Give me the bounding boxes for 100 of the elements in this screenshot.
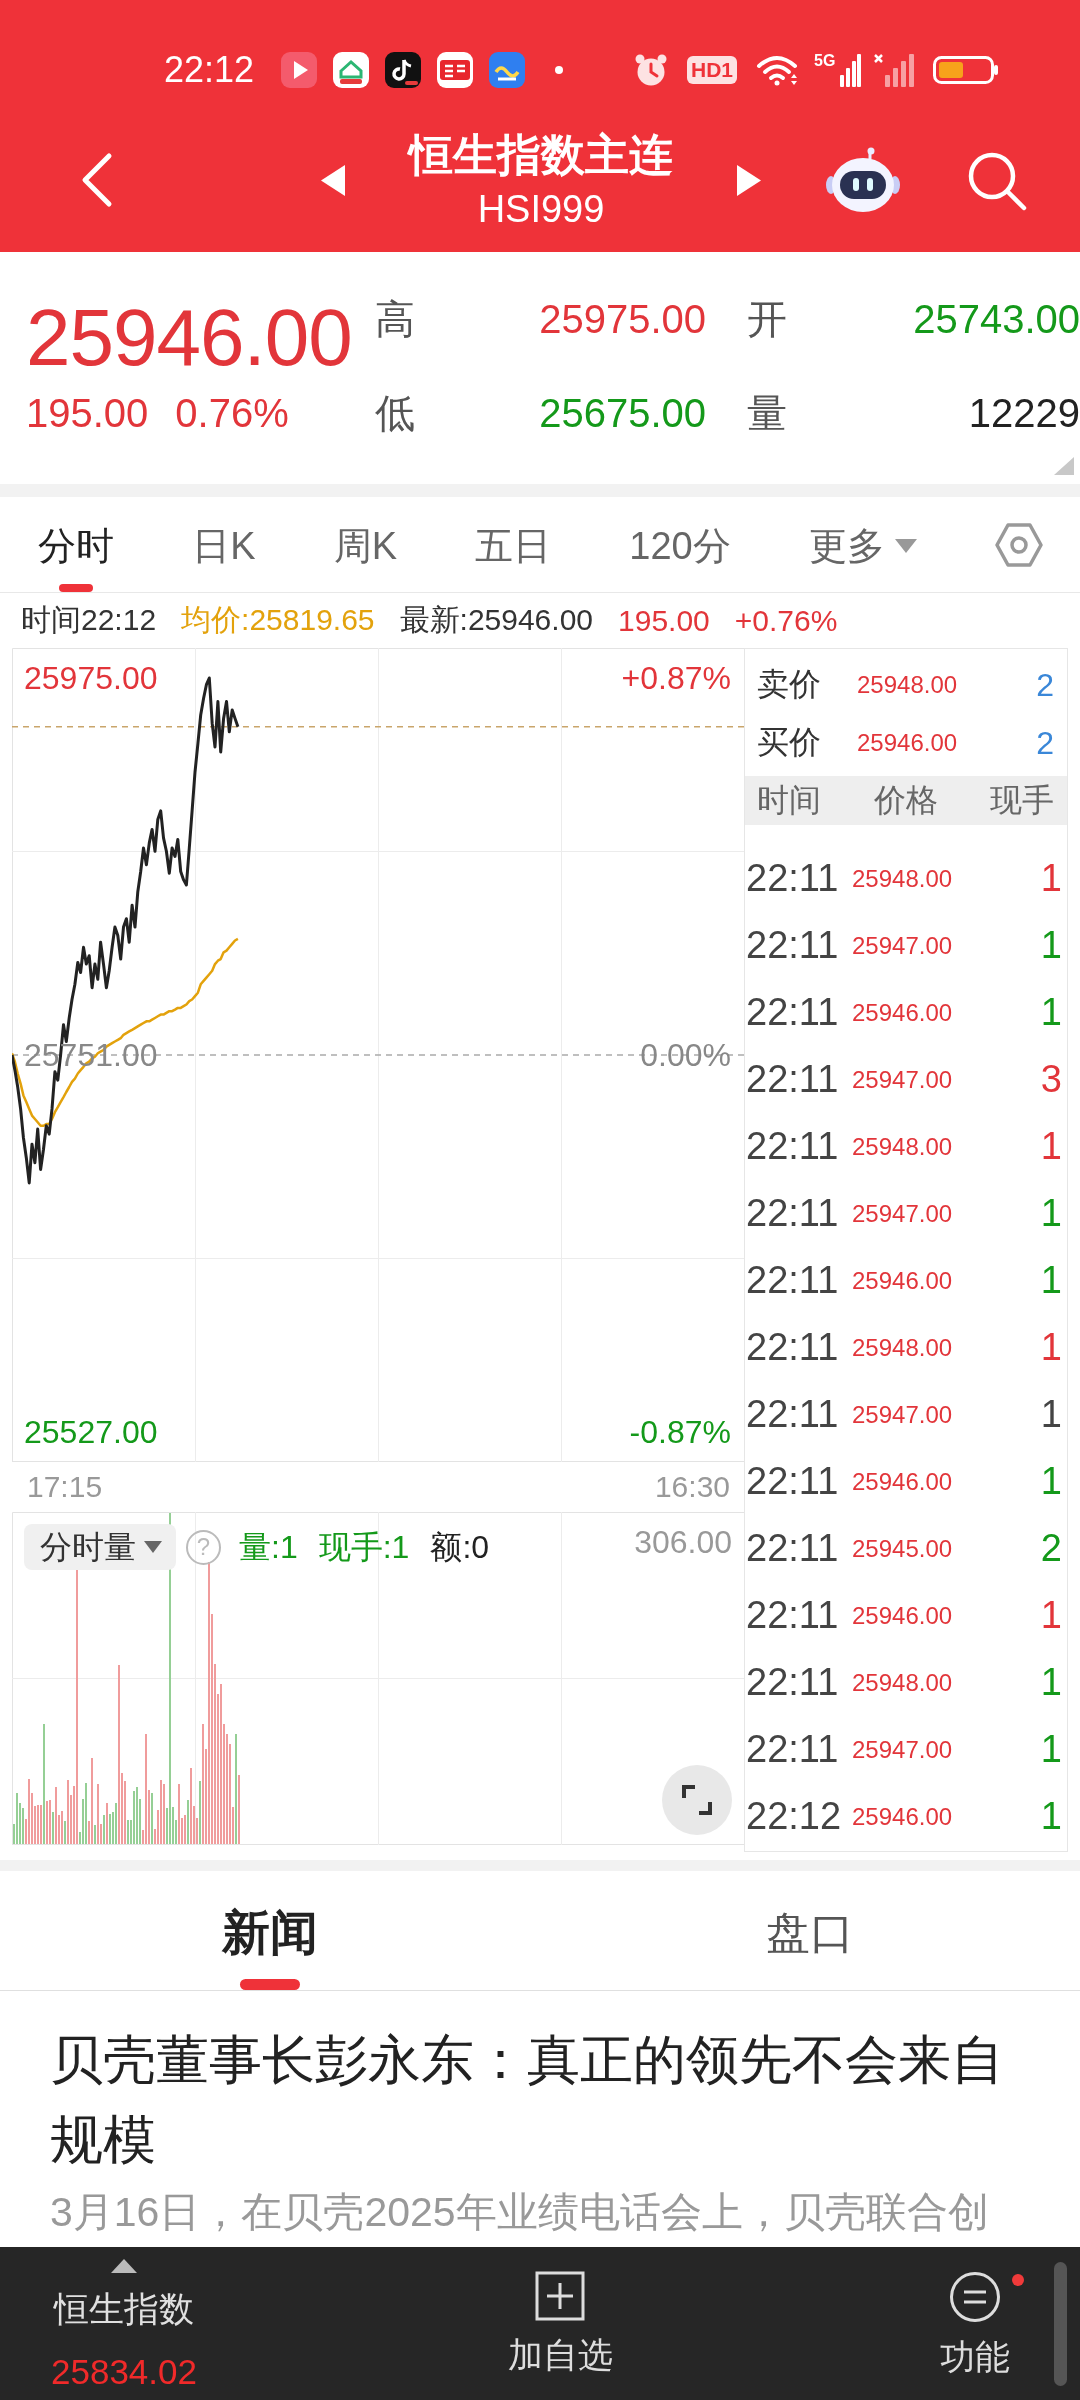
trade-time: 22:12 — [746, 1795, 843, 1838]
chart-tab[interactable]: 分时 — [38, 497, 114, 592]
caret-up-icon[interactable] — [111, 2259, 137, 2273]
trade-price: 25946.00 — [852, 998, 954, 1027]
stat-label: 高 — [375, 295, 415, 343]
trade-volume: 1 — [1040, 1661, 1062, 1704]
settings-icon[interactable] — [994, 521, 1043, 568]
percent-axis-label: 0.00% — [640, 1037, 731, 1073]
y-axis-label: 25527.00 — [24, 1414, 158, 1450]
percent-change: +0.76% — [734, 603, 838, 638]
trade-price: 25947.00 — [852, 1735, 954, 1764]
column-header: 时间 — [757, 780, 821, 820]
trade-volume: 1 — [1040, 1460, 1062, 1503]
news-headline[interactable]: 贝壳董事长彭永东：真正的领先不会来自规模 — [50, 2020, 1030, 2180]
chart-tab[interactable]: 120分 — [629, 497, 731, 592]
chart-tab[interactable]: 五日 — [475, 497, 552, 592]
plus-square-icon — [535, 2271, 585, 2321]
app-icon[interactable] — [437, 52, 473, 88]
news-tab[interactable]: 盘口 — [766, 1871, 854, 1990]
time-label: 时间22:12 — [21, 602, 157, 638]
price-change: 195.00 — [26, 390, 149, 437]
chart-tab[interactable]: 周K — [333, 497, 397, 592]
toolbar-button[interactable]: 功能 — [940, 2247, 1010, 2379]
signal-icon — [840, 53, 861, 87]
column-header: 价格 — [873, 780, 938, 820]
quote-size: 2 — [1036, 666, 1054, 704]
trade-price: 25947.00 — [852, 1199, 954, 1228]
stat-value: 25743.00 — [912, 296, 1080, 342]
volume-selector[interactable]: 分时量 — [24, 1524, 176, 1570]
chart-tab[interactable]: 更多 — [808, 497, 917, 592]
price-change: 195.00 — [618, 603, 710, 638]
trade-volume: 3 — [1040, 1058, 1062, 1101]
percent-axis-label: +0.87% — [621, 660, 731, 696]
chart-tab[interactable]: 日K — [192, 497, 256, 592]
trade-price: 25948.00 — [852, 1333, 954, 1362]
last-price: 25946.00 — [26, 293, 353, 383]
circle-lines-icon — [949, 2271, 1001, 2323]
trade-volume: 1 — [1040, 1259, 1062, 1302]
trade-price: 25947.00 — [852, 1065, 954, 1094]
latest-price: 最新:25946.00 — [399, 602, 593, 638]
trade-time: 22:11 — [746, 1125, 840, 1168]
news-tab[interactable]: 新闻 — [222, 1871, 318, 1990]
trade-price: 25946.00 — [852, 1467, 954, 1496]
index-name[interactable]: 恒生指数 — [54, 2287, 194, 2331]
trade-time: 22:11 — [746, 1594, 840, 1637]
column-header: 现手 — [990, 780, 1054, 820]
trade-time: 22:11 — [746, 991, 840, 1034]
page-title: 恒生指数主连 — [409, 129, 673, 181]
trade-price: 25946.00 — [852, 1802, 954, 1831]
caret-left-icon[interactable] — [321, 164, 345, 196]
instrument-code: HSI999 — [477, 187, 605, 232]
quote-label: 买价 — [757, 723, 822, 762]
caret-right-icon[interactable] — [737, 164, 761, 196]
toolbar-button[interactable]: 加自选 — [507, 2247, 613, 2377]
stat-label: 开 — [746, 295, 787, 343]
trade-volume: 1 — [1040, 1125, 1062, 1168]
time-axis-label: 16:30 — [654, 1470, 730, 1504]
trade-time: 22:11 — [746, 1393, 840, 1436]
robot-icon[interactable] — [826, 147, 900, 213]
trade-time: 22:11 — [746, 924, 840, 967]
quote-price: 25946.00 — [857, 729, 959, 757]
stat-value: 25675.00 — [538, 390, 706, 436]
trade-volume: 1 — [1040, 1728, 1062, 1771]
trade-price: 25946.00 — [852, 1266, 954, 1295]
percent-axis-label: -0.87% — [629, 1414, 731, 1450]
music-note-app-icon[interactable] — [385, 52, 421, 88]
trade-time: 22:11 — [746, 1728, 840, 1771]
quote-size: 2 — [1036, 724, 1054, 762]
trade-price: 25947.00 — [852, 1400, 954, 1429]
trade-volume: 1 — [1040, 991, 1062, 1034]
app-icon[interactable] — [489, 52, 525, 88]
house-app-icon[interactable] — [333, 52, 369, 88]
trade-time: 22:11 — [746, 1661, 840, 1704]
trade-volume: 1 — [1040, 1393, 1062, 1436]
trade-time: 22:11 — [746, 1192, 840, 1235]
trade-price: 25948.00 — [852, 1668, 954, 1697]
hd-badge: HD1 — [687, 56, 737, 84]
trade-volume: 1 — [1040, 924, 1062, 967]
trade-price: 25945.00 — [852, 1534, 954, 1563]
trade-time: 22:11 — [746, 857, 840, 900]
percent-change: 0.76% — [175, 390, 289, 437]
trade-volume: 1 — [1040, 857, 1062, 900]
trade-price: 25946.00 — [852, 1601, 954, 1630]
volume-label: 量:1 — [239, 1529, 298, 1565]
volume-max-label: 306.00 — [634, 1524, 732, 1560]
current-volume-label: 现手:1 — [318, 1529, 410, 1565]
battery-icon — [933, 56, 999, 84]
amount-label: 额:0 — [430, 1529, 490, 1565]
trade-price: 25948.00 — [852, 1132, 954, 1161]
trade-price: 25947.00 — [852, 931, 954, 960]
status-dot-icon — [555, 66, 563, 74]
y-axis-label: 25975.00 — [24, 660, 158, 696]
trade-time: 22:11 — [746, 1527, 840, 1570]
stat-value: 25975.00 — [538, 296, 706, 342]
fullscreen-icon[interactable] — [662, 1765, 732, 1835]
index-value: 25834.02 — [51, 2351, 197, 2393]
play-app-icon[interactable] — [281, 52, 317, 88]
quote-price: 25948.00 — [857, 671, 959, 699]
trade-volume: 2 — [1040, 1527, 1062, 1570]
alarm-clock-icon — [634, 53, 668, 87]
